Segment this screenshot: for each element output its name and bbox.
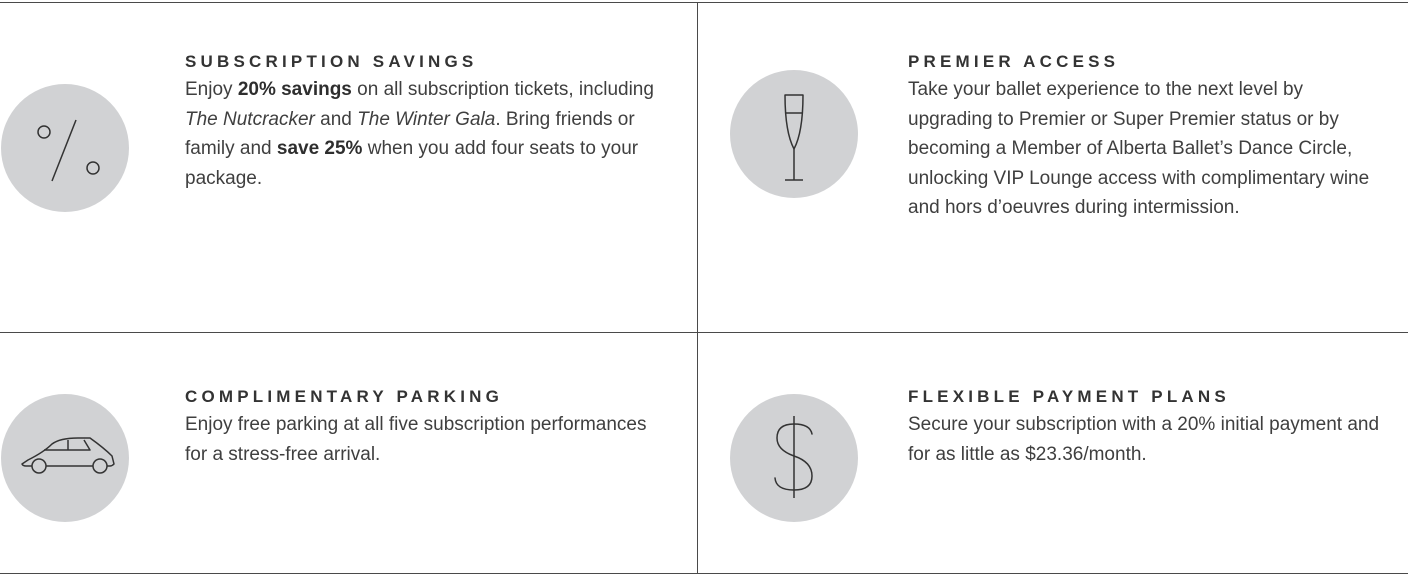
benefit-title: COMPLIMENTARY PARKING	[185, 387, 504, 406]
benefit-description: Secure your subscription with a 20% init…	[908, 410, 1388, 469]
body-text: Enjoy	[185, 79, 238, 100]
percent-icon	[1, 84, 129, 212]
body-text: Take your ballet experience to the next …	[908, 79, 1370, 218]
emphasis-italic: The Winter Gala	[357, 108, 496, 130]
body-text: and	[314, 108, 358, 130]
benefit-title: SUBSCRIPTION SAVINGS	[185, 52, 478, 71]
body-text: on all subscription tickets, including	[351, 79, 654, 100]
benefit-description: Enjoy free parking at all five subscript…	[185, 410, 655, 469]
champagne-glass-icon	[730, 70, 858, 198]
bottom-divider	[0, 573, 1408, 574]
middle-divider	[0, 332, 1408, 333]
emphasis-bold: 20% savings	[237, 79, 352, 100]
benefits-grid: SUBSCRIPTION SAVINGS Enjoy 20% savings o…	[0, 0, 1408, 575]
car-icon	[1, 394, 129, 522]
benefit-description: Take your ballet experience to the next …	[908, 75, 1388, 223]
benefit-title: PREMIER ACCESS	[908, 52, 1120, 71]
column-divider	[697, 2, 698, 574]
benefit-title: FLEXIBLE PAYMENT PLANS	[908, 387, 1230, 406]
emphasis-bold: save 25%	[276, 138, 363, 159]
body-text: Enjoy free parking at all five subscript…	[185, 414, 647, 465]
emphasis-italic: The Nutcracker	[185, 108, 315, 130]
benefit-description: Enjoy 20% savings on all subscription ti…	[185, 75, 655, 193]
dollar-sign-icon	[730, 394, 858, 522]
top-divider	[0, 2, 1408, 3]
body-text: Secure your subscription with a 20% init…	[908, 414, 1380, 465]
